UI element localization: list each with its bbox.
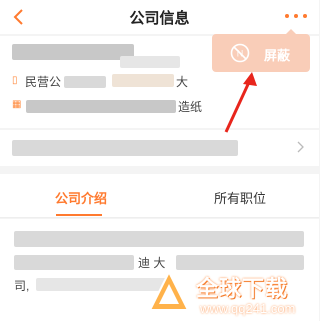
popup-arrow [286, 29, 296, 34]
company-type: 民营公 [25, 75, 62, 89]
page-title: 公司信息 [129, 10, 190, 27]
intro-line-1 [14, 231, 304, 247]
block-button[interactable]: 屏蔽 [264, 45, 290, 64]
company-type-blurred [64, 76, 106, 88]
company-size-blurred [112, 74, 174, 87]
address-row[interactable] [0, 130, 319, 166]
block-popup-menu: N 屏蔽 [212, 29, 310, 72]
watermark: 全球下载 www.qq241.com [148, 266, 319, 321]
address-blurred [12, 140, 238, 156]
company-name-blurred [12, 44, 134, 60]
chevron-right-icon [297, 141, 304, 153]
tab-bar: 公司介绍 所有职位 [0, 174, 319, 218]
industry-blurred [26, 100, 176, 113]
intro-partial-2: 司, [14, 279, 30, 293]
more-dots-icon[interactable] [285, 10, 307, 22]
active-tab-indicator [56, 214, 102, 216]
top-navigation-bar: 公司信息 [0, 0, 319, 34]
watermark-logo-icon [148, 270, 190, 311]
svg-text:N: N [237, 49, 244, 59]
tab-company-intro[interactable]: 公司介绍 [55, 188, 107, 207]
industry-icon: ▦ [12, 99, 22, 110]
company-name-blurred-extra [120, 56, 180, 68]
company-size-partial: 大 [176, 75, 189, 89]
intro-line-2a [14, 255, 134, 270]
industry-text: 造纸 [178, 100, 203, 114]
watermark-url: www.qq241.com [200, 301, 296, 316]
tab-all-positions[interactable]: 所有职位 [214, 188, 266, 207]
block-icon[interactable]: N [230, 43, 250, 63]
building-icon: ▯ [12, 75, 18, 86]
watermark-title: 全球下载 [196, 276, 289, 301]
intro-line-3 [36, 278, 166, 291]
